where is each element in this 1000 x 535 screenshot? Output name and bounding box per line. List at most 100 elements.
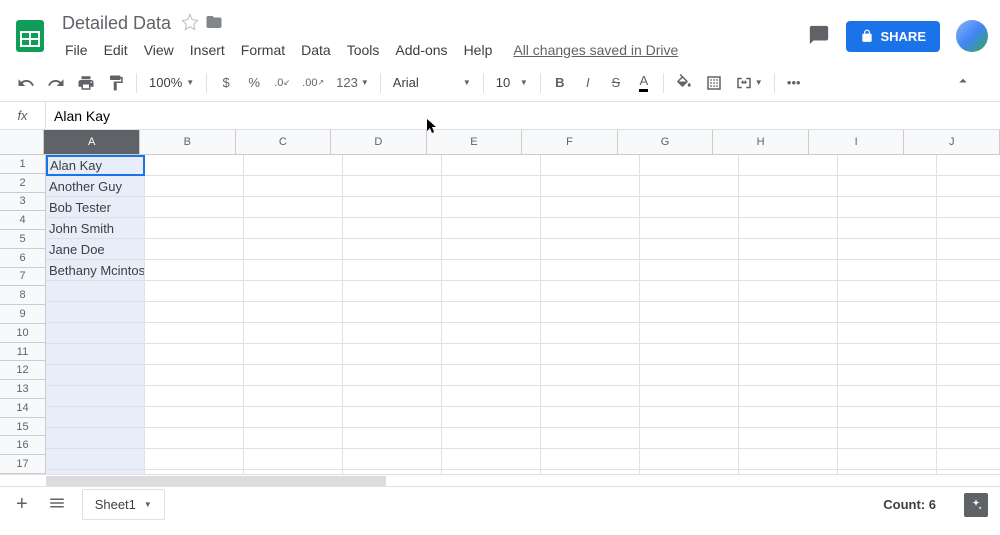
- save-status[interactable]: All changes saved in Drive: [513, 42, 678, 58]
- menu-file[interactable]: File: [58, 38, 95, 62]
- comments-icon[interactable]: [808, 24, 830, 49]
- cell[interactable]: [145, 281, 244, 302]
- cell[interactable]: [739, 407, 838, 428]
- cell[interactable]: [244, 197, 343, 218]
- star-icon[interactable]: [181, 13, 199, 34]
- cell[interactable]: [145, 260, 244, 281]
- col-header-j[interactable]: J: [904, 130, 1000, 154]
- cell[interactable]: [541, 365, 640, 386]
- cell[interactable]: [640, 281, 739, 302]
- row-header[interactable]: 2: [0, 174, 46, 193]
- cell[interactable]: [640, 260, 739, 281]
- row-header[interactable]: 15: [0, 418, 46, 437]
- cell[interactable]: [244, 428, 343, 449]
- cell[interactable]: [739, 260, 838, 281]
- cell[interactable]: [838, 218, 937, 239]
- print-button[interactable]: [72, 69, 100, 97]
- cell[interactable]: [640, 218, 739, 239]
- merge-cells-button[interactable]: ▼: [730, 69, 768, 97]
- col-header-b[interactable]: B: [140, 130, 236, 154]
- cell[interactable]: [937, 155, 1000, 176]
- cell[interactable]: [838, 407, 937, 428]
- cell[interactable]: [838, 344, 937, 365]
- cell[interactable]: [343, 218, 442, 239]
- undo-button[interactable]: [12, 69, 40, 97]
- menu-data[interactable]: Data: [294, 38, 338, 62]
- row-header[interactable]: 8: [0, 286, 46, 305]
- add-sheet-button[interactable]: +: [12, 489, 32, 520]
- cell[interactable]: [541, 281, 640, 302]
- dec-decrease-button[interactable]: .0↙: [269, 72, 295, 94]
- font-select[interactable]: Arial▼: [387, 71, 477, 94]
- percent-button[interactable]: %: [241, 70, 267, 95]
- row-header[interactable]: 14: [0, 399, 46, 418]
- cell[interactable]: [739, 197, 838, 218]
- cell[interactable]: [442, 155, 541, 176]
- cell[interactable]: [442, 323, 541, 344]
- cell[interactable]: [145, 218, 244, 239]
- cell[interactable]: [343, 239, 442, 260]
- select-all-corner[interactable]: [0, 130, 44, 154]
- fill-color-button[interactable]: [670, 69, 698, 97]
- row-header[interactable]: 7: [0, 268, 46, 287]
- cell[interactable]: [244, 302, 343, 323]
- cell[interactable]: [541, 302, 640, 323]
- cell[interactable]: [640, 197, 739, 218]
- row-header[interactable]: 10: [0, 324, 46, 343]
- cell[interactable]: [640, 365, 739, 386]
- cell[interactable]: [244, 344, 343, 365]
- sheet-tab[interactable]: Sheet1 ▼: [82, 489, 165, 520]
- cell[interactable]: [442, 365, 541, 386]
- row-header[interactable]: 1: [0, 155, 46, 174]
- cell[interactable]: [442, 386, 541, 407]
- cell[interactable]: [442, 176, 541, 197]
- cell[interactable]: [640, 176, 739, 197]
- cell[interactable]: [937, 428, 1000, 449]
- currency-button[interactable]: $: [213, 70, 239, 95]
- cell[interactable]: [640, 407, 739, 428]
- cell[interactable]: [343, 197, 442, 218]
- cell[interactable]: [442, 344, 541, 365]
- cell[interactable]: [442, 449, 541, 470]
- cell[interactable]: [739, 218, 838, 239]
- all-sheets-button[interactable]: [44, 490, 70, 519]
- font-size-select[interactable]: 10▼: [490, 71, 534, 94]
- cell[interactable]: [145, 386, 244, 407]
- cell[interactable]: [244, 155, 343, 176]
- cell[interactable]: [244, 260, 343, 281]
- cell[interactable]: [343, 323, 442, 344]
- col-header-d[interactable]: D: [331, 130, 427, 154]
- cell[interactable]: [145, 365, 244, 386]
- cell[interactable]: [838, 281, 937, 302]
- cell[interactable]: [739, 281, 838, 302]
- cell[interactable]: [46, 365, 145, 386]
- cell[interactable]: Another Guy: [46, 176, 145, 197]
- more-formats-button[interactable]: 123▼: [331, 70, 374, 95]
- cell[interactable]: [640, 323, 739, 344]
- cell[interactable]: [46, 449, 145, 470]
- count-badge[interactable]: Count: 6: [883, 497, 952, 512]
- paint-format-button[interactable]: [102, 69, 130, 97]
- cell[interactable]: [838, 323, 937, 344]
- col-header-h[interactable]: H: [713, 130, 809, 154]
- menu-view[interactable]: View: [137, 38, 181, 62]
- cell[interactable]: [46, 407, 145, 428]
- cell[interactable]: [937, 176, 1000, 197]
- cell[interactable]: [343, 386, 442, 407]
- cell[interactable]: [937, 449, 1000, 470]
- cell[interactable]: [739, 386, 838, 407]
- cell[interactable]: [244, 239, 343, 260]
- menu-insert[interactable]: Insert: [183, 38, 232, 62]
- cell[interactable]: [937, 386, 1000, 407]
- cell[interactable]: [343, 176, 442, 197]
- cell[interactable]: [442, 197, 541, 218]
- cell[interactable]: [442, 302, 541, 323]
- cell[interactable]: [838, 386, 937, 407]
- cell[interactable]: [640, 344, 739, 365]
- cell[interactable]: Bethany Mcintosh: [46, 260, 145, 281]
- cell[interactable]: [541, 197, 640, 218]
- cell[interactable]: [739, 323, 838, 344]
- cell[interactable]: [640, 428, 739, 449]
- cell[interactable]: [343, 407, 442, 428]
- cell[interactable]: [244, 365, 343, 386]
